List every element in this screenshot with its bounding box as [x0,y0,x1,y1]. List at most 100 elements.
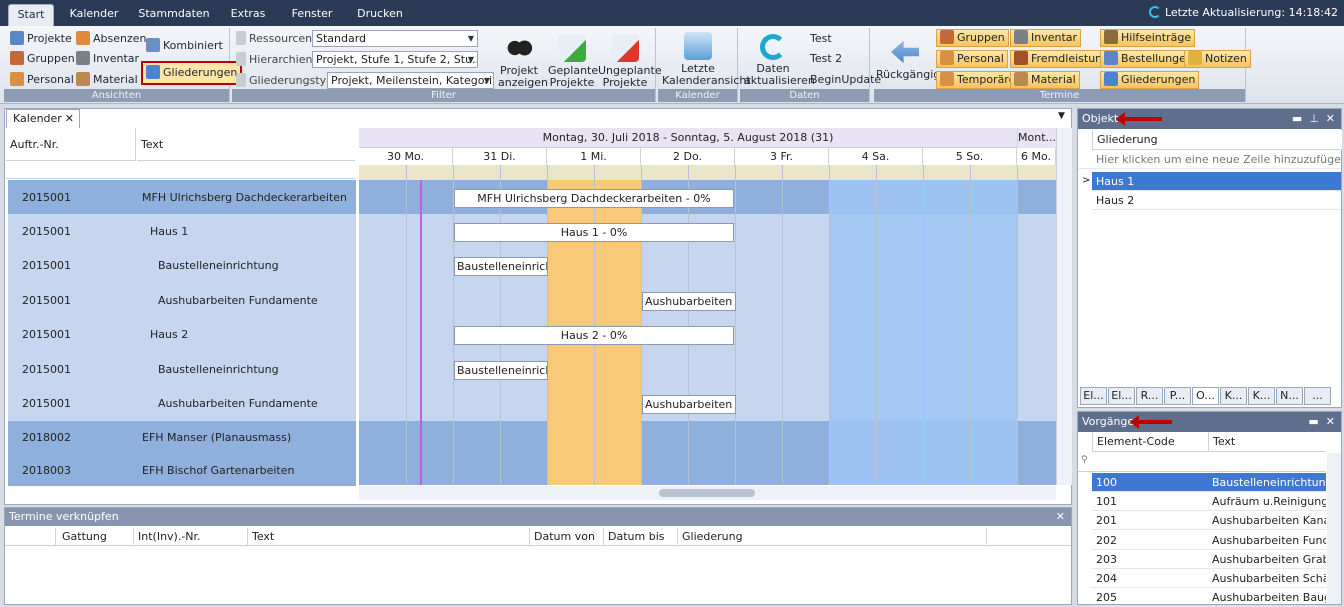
task-row[interactable]: 2015001 Baustelleneinrichtung [8,352,356,387]
test2-button[interactable]: Test 2 [810,49,842,68]
scroll-thumb[interactable] [659,489,755,497]
col-datum-bis[interactable]: Datum bis [603,528,677,546]
objekt-row-haus2[interactable]: Haus 2 [1092,191,1341,210]
personal-button[interactable]: Personal [10,70,74,89]
gliederungen-button[interactable]: Gliederungen [141,61,243,85]
rueckgaengig-button[interactable]: Rückgängig [876,38,940,81]
tab-extras[interactable]: Extras [224,4,272,26]
gantt-bar[interactable]: Baustelleneinrichtu [454,257,548,276]
test-button[interactable]: Test [810,29,832,48]
ressourcen-select[interactable]: Standard ▼ [312,30,478,47]
kombiniert-button[interactable]: Kombiniert [146,36,223,55]
vorgang-text[interactable]: Aushubarbeiten Kana... [1208,511,1326,531]
task-row[interactable]: 2015001 Aushubarbeiten Fundamente [8,283,356,318]
temporaere-button[interactable]: Temporäre [936,71,1020,89]
task-row[interactable]: 2015001 Haus 1 [8,214,356,249]
close-icon[interactable]: ✕ [65,110,74,128]
gantt-bar[interactable]: Aushubarbeiten Fu [642,395,736,414]
close-icon[interactable]: ✕ [1056,508,1065,526]
objekt-tab[interactable]: K... [1220,387,1247,405]
col-element-code[interactable]: Element-Code [1092,432,1208,452]
header-text[interactable]: Text [137,128,355,161]
absenzen-button[interactable]: Absenzen [76,29,147,48]
task-row[interactable]: 2015001 Haus 2 [8,318,356,352]
objekt-tab[interactable]: P... [1164,387,1191,405]
hierarchien-select[interactable]: Projekt, Stufe 1, Stufe 2, Stu... ▼ [312,51,478,68]
tab-stammdaten[interactable]: Stammdaten [138,4,210,26]
gantt-bar[interactable]: Baustelleneinrichtu [454,361,548,380]
vorgang-code[interactable]: 100 [1092,473,1208,492]
fremdleistung-button[interactable]: Fremdleistung [1010,50,1114,68]
inventar-button[interactable]: Inventar [76,49,139,68]
objekt-tab[interactable]: O... [1192,387,1219,405]
letzte-kalenderansicht-button[interactable]: Letzte Kalenderansicht [662,32,751,87]
vorgang-code[interactable]: 201 [1092,511,1208,531]
col-gliederung[interactable]: Gliederung [677,528,987,546]
vorgang-text[interactable]: Baustelleneinrichtung [1208,473,1326,492]
col-datum-von[interactable]: Datum von [529,528,603,546]
daten-aktualisieren-button[interactable]: Daten aktualisieren [744,34,815,87]
tab-list-dropdown-icon[interactable]: ▼ [1058,111,1065,121]
vorgang-code[interactable]: 101 [1092,492,1208,512]
task-row[interactable]: 2018002 EFH Manser (Planausmass) [8,421,356,455]
task-row[interactable]: 2015001 MFH Ulrichsberg Dachdeckerarbeite… [8,180,356,215]
col-text[interactable]: Text [247,528,529,546]
vorgang-code[interactable]: 202 [1092,531,1208,550]
col-gattung[interactable]: Gattung [55,528,133,546]
termine-gruppen-button[interactable]: Gruppen [936,29,1009,47]
col-vorgang-text[interactable]: Text [1208,432,1326,452]
vorgang-code[interactable]: 204 [1092,569,1208,588]
vorgang-text[interactable]: Aushubarbeiten Graben [1208,550,1326,569]
material-button[interactable]: Material [76,70,138,89]
horizontal-scrollbar[interactable] [359,486,1056,500]
objekt-tab[interactable]: El... [1108,387,1135,405]
doc-tab-kalender[interactable]: Kalender ✕ [6,109,80,128]
gantt-bar[interactable]: MFH Ulrichsberg Dachdeckerarbeiten - 0% [454,189,734,208]
task-row[interactable]: 2018003 EFH Bischof Gartenarbeiten [8,455,356,486]
termine-inventar-button[interactable]: Inventar [1010,29,1082,47]
col-int-nr[interactable]: Int(Inv).-Nr. [133,528,247,546]
tab-fenster[interactable]: Fenster [286,4,338,26]
vorgaenge-scrollbar[interactable] [1327,453,1341,604]
vorgaenge-filter-row[interactable]: ⚲ [1078,453,1326,472]
notizen-button[interactable]: Notizen [1184,50,1251,68]
vorgang-code[interactable]: 203 [1092,550,1208,569]
objekt-tab[interactable]: ... [1304,387,1331,405]
task-row[interactable]: 2015001 Aushubarbeiten Fundamente [8,387,356,421]
header-auftr-nr[interactable]: Auftr.-Nr. [6,128,136,161]
gruppen-button[interactable]: Gruppen [10,49,75,68]
projekte-button[interactable]: Projekte [10,29,72,48]
panel-controls[interactable]: ▬ ⊥ ✕ [1292,109,1335,129]
vertical-scrollbar[interactable] [1056,128,1072,485]
vorgang-text[interactable]: Aushubarbeiten Schä... [1208,569,1326,588]
geplante-projekte-button[interactable]: Geplante Projekte [548,34,598,89]
termine-gliederungen-button[interactable]: Gliederungen [1100,71,1200,89]
tab-kalender[interactable]: Kalender [64,4,124,26]
ungeplante-projekte-button[interactable]: Ungeplante Projekte [598,34,662,89]
termine-material-button[interactable]: Material [1010,71,1080,89]
objekt-tab[interactable]: R... [1136,387,1163,405]
bestellungen-button[interactable]: Bestellungen [1100,50,1197,68]
panel-controls[interactable]: ▬ ✕ [1308,412,1335,432]
beginupdate-button[interactable]: BeginUpdate [810,70,881,89]
vorgang-text[interactable]: Aufräum u.Reinigung... [1208,492,1326,512]
gantt-bar[interactable]: Aushubarbeiten Fu [642,292,736,311]
col-gliederung-header[interactable]: Gliederung [1092,130,1342,150]
vorgang-text[interactable]: Aushubarbeiten Fund... [1208,531,1326,550]
task-row[interactable]: 2015001 Baustelleneinrichtung [8,249,356,283]
objekt-tab[interactable]: N... [1276,387,1303,405]
filter-row[interactable] [6,161,355,179]
tab-start[interactable]: Start [8,4,54,26]
gantt-bar[interactable]: Haus 1 - 0% [454,223,734,242]
objekt-tab[interactable]: K... [1248,387,1275,405]
termine-personal-button[interactable]: Personal [936,50,1008,68]
new-row-placeholder[interactable]: Hier klicken um eine neue Zeile hinzuzuf… [1078,150,1341,169]
gliederungstyp-select[interactable]: Projekt, Meilenstein, Kategori... ▼ [327,72,494,89]
gantt-bar[interactable]: Haus 2 - 0% [454,326,734,345]
objekt-tab[interactable]: El... [1080,387,1107,405]
objekt-row-haus1[interactable]: Haus 1 [1092,172,1341,191]
tab-drucken[interactable]: Drucken [352,4,408,26]
vorgang-code[interactable]: 205 [1092,588,1208,607]
hilfseintraege-button[interactable]: Hilfseinträge [1100,29,1196,47]
vorgang-text[interactable]: Aushubarbeiten Baug... [1208,588,1326,607]
